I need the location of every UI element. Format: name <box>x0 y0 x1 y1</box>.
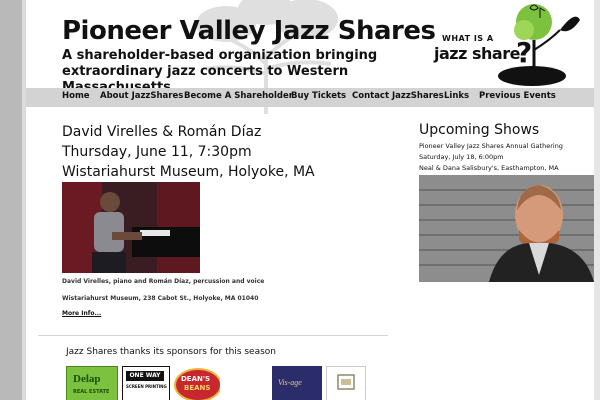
performer-photo[interactable] <box>62 182 200 273</box>
sponsor-delap-subtext: REAL ESTATE <box>73 389 110 395</box>
sponsor-emblem-icon <box>337 374 355 390</box>
sponsor-beans-subtext: BEANS <box>184 384 211 392</box>
upcoming-event-photo[interactable] <box>419 175 594 282</box>
person-portrait-icon <box>419 175 594 282</box>
sponsor-deans-name: DEAN'S <box>181 375 211 383</box>
sponsor-delap-name: Delap <box>73 373 101 385</box>
nav-item-links[interactable]: Links <box>444 91 469 101</box>
sponsor-deans-beans-logo[interactable]: DEAN'S BEANS <box>172 366 220 400</box>
left-border-stripe <box>0 0 22 400</box>
photo-caption-venue: Wistariahurst Museum, 238 Cabot St., Hol… <box>62 295 259 302</box>
more-info-link[interactable]: More Info... <box>62 310 101 317</box>
upcoming-event-location: Neal & Dana Salisbury's, Easthampton, MA <box>419 164 559 172</box>
sponsor-unknown-logo[interactable] <box>326 366 366 400</box>
post-title-date: Thursday, June 11, 7:30pm <box>62 144 252 160</box>
what-is-a-jazz-share-logo[interactable]: WHAT IS A jazz share ? <box>430 0 586 88</box>
nav-item-previous-events[interactable]: Previous Events <box>479 91 556 101</box>
nav-item-become-shareholder[interactable]: Become A Shareholder <box>184 91 293 101</box>
nav-item-about[interactable]: About JazzShares <box>100 91 183 101</box>
nav-item-contact[interactable]: Contact JazzShares <box>352 91 444 101</box>
upcoming-event-date: Saturday, July 18, 6:00pm <box>419 153 504 161</box>
post-title-venue: Wistariahurst Museum, Holyoke, MA <box>62 164 315 180</box>
upcoming-shows-heading: Upcoming Shows <box>419 122 540 138</box>
sponsor-delap-logo[interactable]: Delap REAL ESTATE <box>66 366 118 400</box>
photo-caption-performers: David Virelles, piano and Román Díaz, pe… <box>62 278 265 285</box>
site-title[interactable]: Pioneer Valley Jazz Shares <box>62 16 436 46</box>
nav-item-home[interactable]: Home <box>62 91 90 101</box>
sponsors-heading: Jazz Shares thanks its sponsors for this… <box>66 347 277 357</box>
right-border-stripe <box>594 0 600 400</box>
sponsor-oneway-name: ONE WAY <box>126 371 164 381</box>
sponsor-oneway-logo[interactable]: ONE WAY SCREEN PRINTING <box>122 366 170 400</box>
nav-item-buy-tickets[interactable]: Buy Tickets <box>291 91 346 101</box>
main-nav: Home About JazzShares Become A Sharehold… <box>26 88 594 107</box>
sponsor-visage-logo[interactable]: Vis-age <box>272 366 322 400</box>
logo-question-mark: ? <box>516 36 533 69</box>
sponsor-oneway-subtext: SCREEN PRINTING <box>126 384 167 389</box>
logo-what-is-a-text: WHAT IS A <box>442 34 494 43</box>
sponsor-visage-name: Vis-age <box>278 378 302 387</box>
upcoming-event-title[interactable]: Pioneer Valley Jazz Shares Annual Gather… <box>419 142 563 150</box>
pianist-photo-icon <box>62 182 200 273</box>
page-container: Pioneer Valley Jazz Shares A shareholder… <box>26 0 594 400</box>
content-divider <box>38 335 388 336</box>
logo-jazz-share-text: jazz share <box>434 44 520 63</box>
post-title-artists[interactable]: David Virelles & Román Díaz <box>62 122 261 142</box>
